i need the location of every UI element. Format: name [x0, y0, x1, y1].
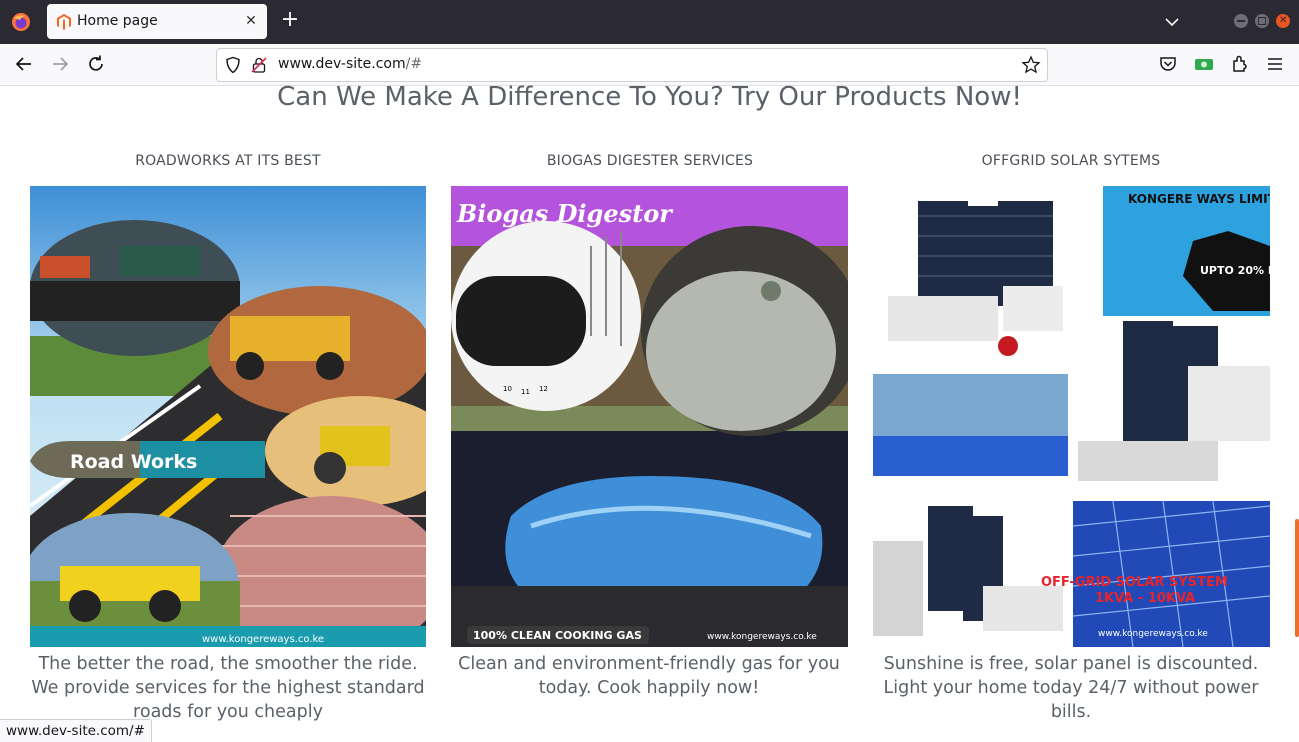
reload-icon[interactable]	[84, 52, 108, 76]
maximize-button[interactable]	[1255, 14, 1269, 28]
tank-number-11: 11	[521, 388, 530, 396]
back-arrow-icon[interactable]	[12, 52, 36, 76]
roadworks-footer-url: www.kongereways.co.ke	[202, 634, 324, 645]
new-tab-button[interactable]: +	[280, 9, 300, 31]
solar-footer-url: www.kongereways.co.ke	[1098, 629, 1208, 639]
shield-icon[interactable]	[224, 56, 242, 74]
status-bar-url: www.dev-site.com/#	[0, 719, 152, 742]
forward-arrow-icon[interactable]	[48, 52, 72, 76]
navigation-toolbar: www.dev-site.com/#	[0, 44, 1299, 86]
page-headline: Can We Make A Difference To You? Try Our…	[277, 85, 1022, 112]
url-host: www.dev-site.com	[278, 56, 406, 72]
solar-brand-text: KONGERE WAYS LIMITED	[1128, 192, 1270, 206]
firefox-icon[interactable]	[11, 12, 31, 32]
biogas-badge-text: 100% CLEAN COOKING GAS	[473, 629, 642, 642]
tab-home-page[interactable]: Home page ✕	[47, 4, 267, 39]
tank-number-10: 10	[503, 385, 512, 393]
chevron-down-icon[interactable]	[1162, 12, 1182, 32]
product-title-biogas[interactable]: BIOGAS DIGESTER SERVICES	[451, 153, 849, 169]
biogas-footer-url: www.kongereways.co.ke	[707, 632, 817, 642]
address-bar[interactable]: www.dev-site.com/#	[216, 48, 1048, 82]
solar-discount-text: UPTO 20% DISCOUNT	[1200, 264, 1270, 277]
pocket-icon[interactable]	[1156, 52, 1180, 76]
page-content: Can We Make A Difference To You? Try Our…	[0, 85, 1299, 741]
solar-promo-line2: 1KVA - 10KVA	[1095, 591, 1195, 606]
roadworks-image[interactable]: Road Works www.kongereways.co.ke	[30, 186, 426, 647]
magento-icon	[57, 14, 71, 30]
tab-title: Home page	[77, 13, 158, 29]
close-tab-icon[interactable]: ✕	[241, 11, 261, 31]
browser-titlebar: Home page ✕ + ✕	[0, 0, 1299, 44]
product-description-solar: Sunshine is free, solar panel is discoun…	[883, 654, 1259, 722]
road-works-banner-text: Road Works	[70, 451, 197, 473]
solar-image[interactable]: KONGERE WAYS LIMITED UPTO 20% DISCOUNT O…	[873, 186, 1270, 647]
product-title-roadworks[interactable]: ROADWORKS AT ITS BEST	[29, 153, 427, 169]
url-text[interactable]: www.dev-site.com/#	[278, 56, 422, 72]
page-scrollbar[interactable]	[1295, 519, 1299, 637]
product-description-roadworks: The better the road, the smoother the ri…	[31, 654, 425, 722]
extension-money-icon[interactable]	[1192, 52, 1216, 76]
minimize-button[interactable]	[1234, 14, 1248, 28]
close-window-button[interactable]: ✕	[1276, 14, 1290, 28]
tank-number-12: 12	[539, 385, 548, 393]
biogas-image[interactable]: Biogas Digestor 10 11 12 100% CLEAN COOK…	[451, 186, 848, 647]
bookmark-star-icon[interactable]	[1021, 55, 1041, 75]
extensions-puzzle-icon[interactable]	[1228, 52, 1252, 76]
product-description-biogas: Clean and environment-friendly gas for y…	[458, 654, 840, 698]
solar-promo-line1: OFF-GRID SOLAR SYSTEM	[1041, 575, 1228, 590]
url-path: /#	[405, 56, 423, 72]
insecure-lock-icon[interactable]	[250, 56, 268, 74]
product-title-solar[interactable]: OFFGRID SOLAR SYTEMS	[872, 153, 1270, 169]
menu-hamburger-icon[interactable]	[1263, 52, 1287, 76]
